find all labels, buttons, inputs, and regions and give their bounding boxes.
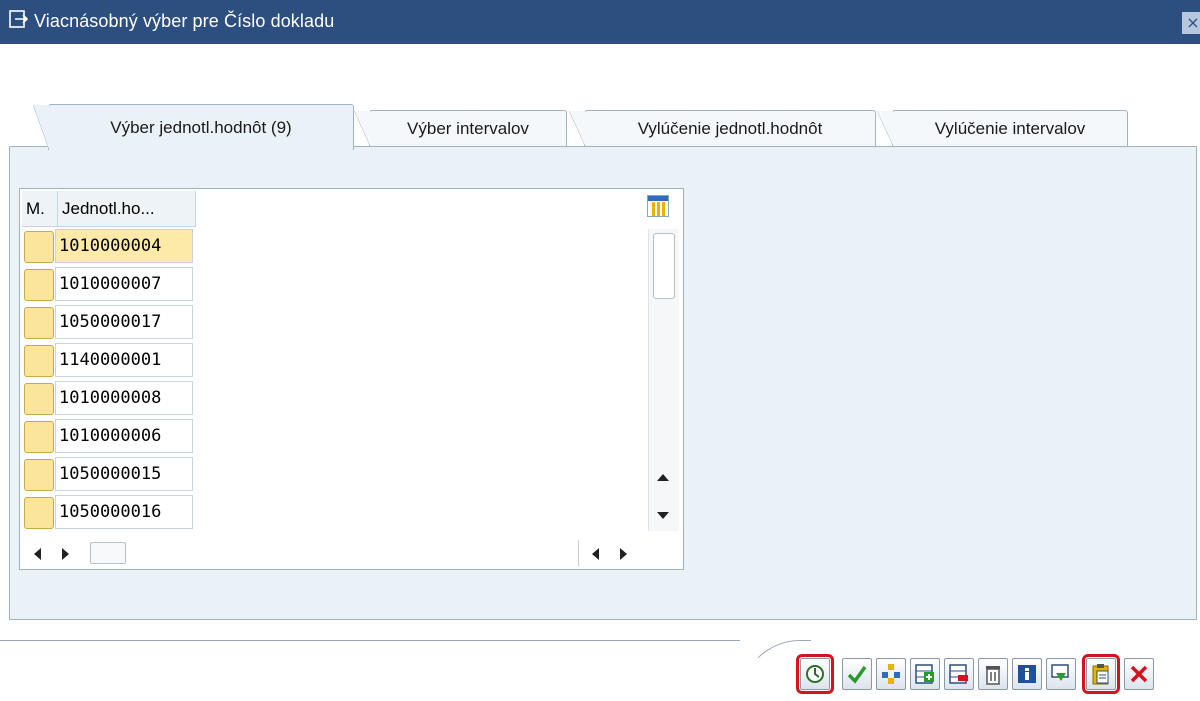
horizontal-scroll-thumb[interactable]: [90, 542, 126, 564]
table-row: 1010000004: [24, 227, 644, 265]
row-selector[interactable]: [24, 383, 54, 415]
value-cell[interactable]: 1010000004: [55, 229, 193, 263]
scroll-up-icon[interactable]: [657, 474, 669, 481]
execute-button[interactable]: [796, 654, 834, 694]
window-menu-icon[interactable]: [9, 9, 29, 29]
value-cell[interactable]: 1050000016: [55, 495, 193, 529]
value-cell[interactable]: 1010000007: [55, 267, 193, 301]
insert-row-icon: [915, 664, 934, 684]
scroll-left-icon[interactable]: [592, 548, 599, 560]
delete-row-icon: [949, 664, 968, 684]
info-button[interactable]: [1012, 658, 1042, 690]
table-row: 1050000015: [24, 455, 644, 493]
close-button[interactable]: ×: [1182, 12, 1200, 34]
tab-label: Výber intervalov: [407, 118, 529, 138]
table-row: 1140000001: [24, 341, 644, 379]
import-from-file-button[interactable]: [1046, 658, 1076, 690]
delete-all-button[interactable]: [978, 658, 1008, 690]
row-selector[interactable]: [24, 421, 54, 453]
value-cell[interactable]: 1050000015: [55, 457, 193, 491]
column-header-value[interactable]: Jednotl.ho...: [58, 191, 196, 227]
scroll-right-icon[interactable]: [62, 548, 69, 560]
value-cell[interactable]: 1050000017: [55, 305, 193, 339]
multiple-selection-button[interactable]: [876, 658, 906, 690]
info-icon: [1018, 665, 1036, 683]
cancel-icon: [1130, 665, 1148, 683]
column-header-mark[interactable]: M.: [22, 191, 58, 227]
table-row: 1010000007: [24, 265, 644, 303]
tab-label: Vylúčenie intervalov: [934, 118, 1086, 138]
paste-from-clipboard-button[interactable]: [1082, 654, 1120, 694]
value-cell[interactable]: 1140000001: [55, 343, 193, 377]
confirm-button[interactable]: [842, 658, 872, 690]
table-row: 1010000008: [24, 379, 644, 417]
tab-label: Vylúčenie jednotl.hodnôt: [637, 118, 823, 138]
tab-exclude-single-values[interactable]: Vylúčenie jednotl.hodnôt: [569, 110, 876, 146]
tab-exclude-intervals[interactable]: Vylúčenie intervalov: [877, 110, 1128, 146]
scroll-left-icon[interactable]: [34, 548, 41, 560]
row-selector[interactable]: [24, 269, 54, 301]
table-settings-icon[interactable]: [647, 195, 669, 217]
row-selector[interactable]: [24, 231, 54, 263]
scrollbar-divider: [578, 540, 579, 566]
footer-divider: [0, 640, 740, 641]
value-cell[interactable]: 1010000008: [55, 381, 193, 415]
cancel-button[interactable]: [1124, 658, 1154, 690]
tab-strip: Výber jednotl.hodnôt (9) Výber intervalo…: [0, 104, 1200, 150]
tab-label: Výber jednotl.hodnôt (9): [110, 117, 292, 137]
table-row: 1010000006: [24, 417, 644, 455]
table-row: 1050000017: [24, 303, 644, 341]
horizontal-scrollbar[interactable]: [20, 535, 683, 569]
vertical-scroll-thumb[interactable]: [653, 233, 675, 299]
scroll-right-icon[interactable]: [620, 548, 627, 560]
paste-clipboard-icon: [1092, 664, 1109, 685]
value-cell[interactable]: 1010000006: [55, 419, 193, 453]
row-selector[interactable]: [24, 345, 54, 377]
table-row: 1050000016: [24, 493, 644, 531]
multiple-selection-icon: [882, 664, 900, 684]
delete-row-button[interactable]: [944, 658, 974, 690]
trash-icon: [986, 666, 1000, 685]
row-selector[interactable]: [24, 307, 54, 339]
scroll-down-icon[interactable]: [657, 512, 669, 519]
execute-clock-icon: [806, 665, 824, 683]
row-selector[interactable]: [24, 459, 54, 491]
window-titlebar: Viacnásobný výber pre Číslo dokladu ×: [0, 0, 1200, 44]
tab-intervals[interactable]: Výber intervalov: [354, 110, 567, 146]
checkmark-icon: [847, 665, 867, 684]
window-title: Viacnásobný výber pre Číslo dokladu: [34, 11, 335, 31]
import-from-file-icon: [1051, 664, 1069, 681]
row-selector[interactable]: [24, 497, 54, 529]
tab-single-values[interactable]: Výber jednotl.hodnôt (9): [33, 104, 354, 150]
insert-row-button[interactable]: [910, 658, 940, 690]
vertical-scrollbar[interactable]: [648, 229, 679, 531]
values-table: M. Jednotl.ho... 1010000004 1010000007 1…: [19, 188, 684, 570]
